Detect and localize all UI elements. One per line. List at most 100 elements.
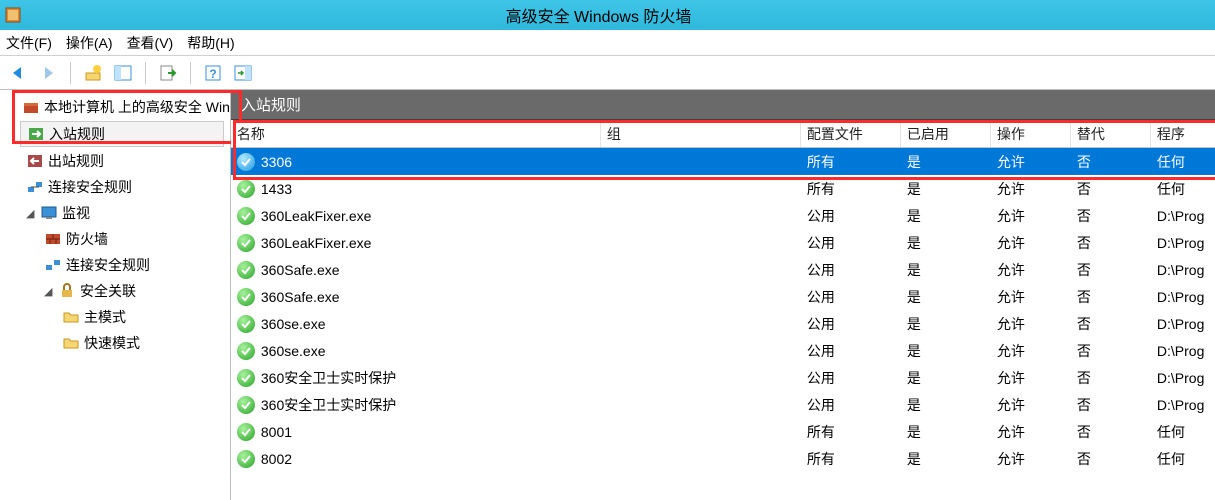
monitor-icon <box>40 204 58 222</box>
tree-monitor[interactable]: ◢ 监视 <box>0 200 230 226</box>
rule-name: 360LeakFixer.exe <box>261 208 372 224</box>
firewall-icon <box>22 98 40 116</box>
rules-grid[interactable]: 名称 组 配置文件 已启用 操作 替代 程序 3306所有是允许否任何1433所… <box>231 120 1215 500</box>
allow-icon <box>237 288 255 306</box>
svg-text:?: ? <box>209 67 216 81</box>
allow-icon <box>237 180 255 198</box>
table-row[interactable]: 8002所有是允许否任何 <box>231 445 1215 472</box>
rule-enabled: 是 <box>901 260 991 280</box>
menu-file[interactable]: 文件(F) <box>6 33 52 53</box>
connection-security-icon <box>26 178 44 196</box>
allow-icon <box>237 315 255 333</box>
export-list-button[interactable] <box>156 61 180 85</box>
toolbar-separator <box>70 62 71 84</box>
table-row[interactable]: 360LeakFixer.exe公用是允许否D:\Prog <box>231 229 1215 256</box>
rule-profile: 所有 <box>801 152 901 172</box>
rule-enabled: 是 <box>901 395 991 415</box>
tree-outbound-rules[interactable]: 出站规则 <box>0 148 230 174</box>
tree-label: 主模式 <box>84 307 126 327</box>
rule-enabled: 是 <box>901 233 991 253</box>
table-row[interactable]: 1433所有是允许否任何 <box>231 175 1215 202</box>
chevron-down-icon[interactable]: ◢ <box>26 207 40 220</box>
rule-profile: 公用 <box>801 341 901 361</box>
new-rule-button[interactable] <box>81 61 105 85</box>
export-icon <box>159 64 177 82</box>
window-title: 高级安全 Windows 防火墙 <box>506 3 692 27</box>
rule-enabled: 是 <box>901 422 991 442</box>
column-header-profile[interactable]: 配置文件 <box>801 120 901 147</box>
table-row[interactable]: 360se.exe公用是允许否D:\Prog <box>231 310 1215 337</box>
tree-monitor-sa[interactable]: ◢ 安全关联 <box>0 278 230 304</box>
rule-action: 允许 <box>991 260 1071 280</box>
console-tree-icon <box>114 64 132 82</box>
rule-override: 否 <box>1071 287 1151 307</box>
rule-action: 允许 <box>991 314 1071 334</box>
tree-label: 监视 <box>62 203 90 223</box>
column-header-name[interactable]: 名称 <box>231 120 601 147</box>
table-row[interactable]: 3306所有是允许否任何 <box>231 148 1215 175</box>
column-header-enabled[interactable]: 已启用 <box>901 120 991 147</box>
tree-label: 防火墙 <box>66 229 108 249</box>
rule-profile: 公用 <box>801 395 901 415</box>
rule-program: D:\Prog <box>1151 370 1215 386</box>
rule-program: D:\Prog <box>1151 289 1215 305</box>
back-button[interactable] <box>6 61 30 85</box>
rule-enabled: 是 <box>901 368 991 388</box>
rule-profile: 所有 <box>801 179 901 199</box>
folder-icon <box>62 334 80 352</box>
rule-profile: 所有 <box>801 449 901 469</box>
allow-icon <box>237 396 255 414</box>
tree-main-mode[interactable]: 主模式 <box>0 304 230 330</box>
rule-enabled: 是 <box>901 287 991 307</box>
table-row[interactable]: 360安全卫士实时保护公用是允许否D:\Prog <box>231 391 1215 418</box>
tree-root[interactable]: 本地计算机 上的高级安全 Win <box>0 94 230 120</box>
rule-profile: 公用 <box>801 260 901 280</box>
tree-monitor-firewall[interactable]: 防火墙 <box>0 226 230 252</box>
table-row[interactable]: 360安全卫士实时保护公用是允许否D:\Prog <box>231 364 1215 391</box>
window-titlebar[interactable]: 高级安全 Windows 防火墙 <box>0 0 1215 30</box>
rule-name: 360Safe.exe <box>261 289 340 305</box>
tree-pane[interactable]: 本地计算机 上的高级安全 Win 入站规则 出站规则 连接安全规则 ◢ 监视 防… <box>0 90 231 500</box>
column-header-action[interactable]: 操作 <box>991 120 1071 147</box>
table-row[interactable]: 8001所有是允许否任何 <box>231 418 1215 445</box>
tree-label: 本地计算机 上的高级安全 Win <box>44 97 230 117</box>
rule-name: 360LeakFixer.exe <box>261 235 372 251</box>
allow-icon <box>237 342 255 360</box>
chevron-down-icon[interactable]: ◢ <box>44 285 58 298</box>
rule-name: 360Safe.exe <box>261 262 340 278</box>
column-header-group[interactable]: 组 <box>601 120 801 147</box>
rule-profile: 公用 <box>801 233 901 253</box>
column-header-program[interactable]: 程序 <box>1151 120 1215 147</box>
rule-action: 允许 <box>991 368 1071 388</box>
rule-action: 允许 <box>991 287 1071 307</box>
menu-action[interactable]: 操作(A) <box>66 33 113 53</box>
rule-action: 允许 <box>991 341 1071 361</box>
rule-name: 360se.exe <box>261 343 326 359</box>
table-row[interactable]: 360Safe.exe公用是允许否D:\Prog <box>231 256 1215 283</box>
rule-override: 否 <box>1071 422 1151 442</box>
column-header-override[interactable]: 替代 <box>1071 120 1151 147</box>
table-row[interactable]: 360se.exe公用是允许否D:\Prog <box>231 337 1215 364</box>
show-hide-console-button[interactable] <box>111 61 135 85</box>
tree-label: 连接安全规则 <box>66 255 150 275</box>
content-header: 入站规则 <box>231 90 1215 120</box>
rule-override: 否 <box>1071 233 1151 253</box>
tree-inbound-rules[interactable]: 入站规则 <box>20 121 224 147</box>
rule-enabled: 是 <box>901 206 991 226</box>
help-button[interactable]: ? <box>201 61 225 85</box>
tree-monitor-connsec[interactable]: 连接安全规则 <box>0 252 230 278</box>
tree-quick-mode[interactable]: 快速模式 <box>0 330 230 356</box>
outbound-rule-icon <box>26 152 44 170</box>
tree-connection-security[interactable]: 连接安全规则 <box>0 174 230 200</box>
menu-view[interactable]: 查看(V) <box>127 33 174 53</box>
toolbar-separator <box>145 62 146 84</box>
allow-icon <box>237 261 255 279</box>
rule-enabled: 是 <box>901 152 991 172</box>
action-pane-button[interactable] <box>231 61 255 85</box>
table-row[interactable]: 360LeakFixer.exe公用是允许否D:\Prog <box>231 202 1215 229</box>
table-row[interactable]: 360Safe.exe公用是允许否D:\Prog <box>231 283 1215 310</box>
rule-action: 允许 <box>991 152 1071 172</box>
rule-name: 3306 <box>261 154 292 170</box>
forward-button[interactable] <box>36 61 60 85</box>
menu-help[interactable]: 帮助(H) <box>187 33 234 53</box>
